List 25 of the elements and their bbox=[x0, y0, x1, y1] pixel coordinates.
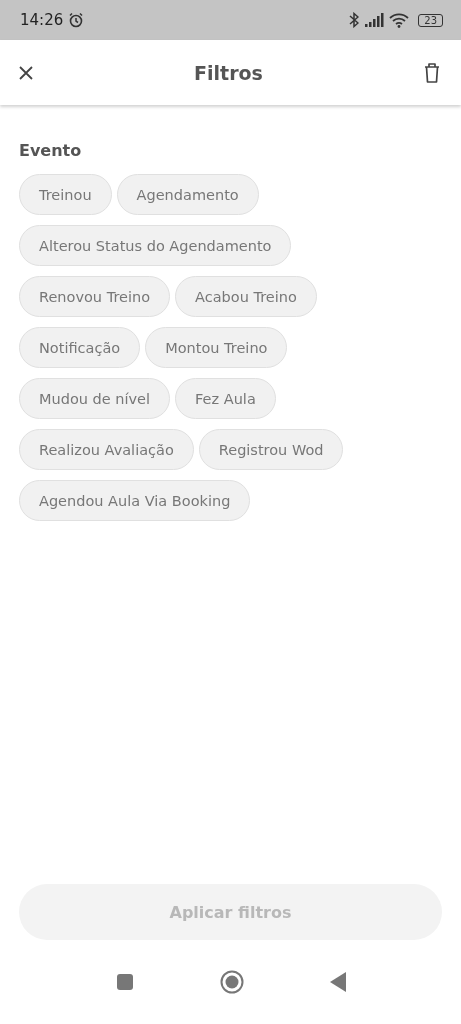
filter-chip[interactable]: Montou Treino bbox=[145, 327, 288, 368]
signal-icon bbox=[364, 13, 385, 27]
filter-chip[interactable]: Notificação bbox=[19, 327, 141, 368]
back-icon[interactable] bbox=[329, 972, 346, 992]
page-title: Filtros bbox=[194, 61, 263, 84]
filter-chip[interactable]: Alterou Status do Agendamento bbox=[19, 225, 292, 266]
battery-indicator: 23 bbox=[418, 13, 443, 27]
close-icon[interactable] bbox=[18, 64, 34, 81]
bluetooth-icon bbox=[349, 12, 360, 28]
wifi-icon bbox=[389, 12, 410, 28]
filter-chip[interactable]: Agendamento bbox=[116, 174, 259, 215]
trash-icon[interactable] bbox=[423, 61, 441, 84]
filter-chip[interactable]: Realizou Avaliação bbox=[19, 429, 194, 470]
home-icon[interactable] bbox=[219, 970, 244, 994]
filter-chip[interactable]: Acabou Treino bbox=[175, 276, 317, 317]
alarm-icon bbox=[68, 12, 85, 28]
status-time: 14:26 bbox=[20, 11, 64, 29]
filter-chip[interactable]: Fez Aula bbox=[175, 378, 276, 419]
recents-icon[interactable] bbox=[115, 973, 134, 991]
filter-chip[interactable]: Registrou Wod bbox=[198, 429, 344, 470]
section-title: Evento bbox=[19, 141, 83, 160]
filter-chip[interactable]: Agendou Aula Via Booking bbox=[19, 480, 251, 521]
filter-chip[interactable]: Mudou de nível bbox=[19, 378, 171, 419]
filter-chip[interactable]: Renovou Treino bbox=[19, 276, 171, 317]
filter-chip[interactable]: Treinou bbox=[19, 174, 112, 215]
